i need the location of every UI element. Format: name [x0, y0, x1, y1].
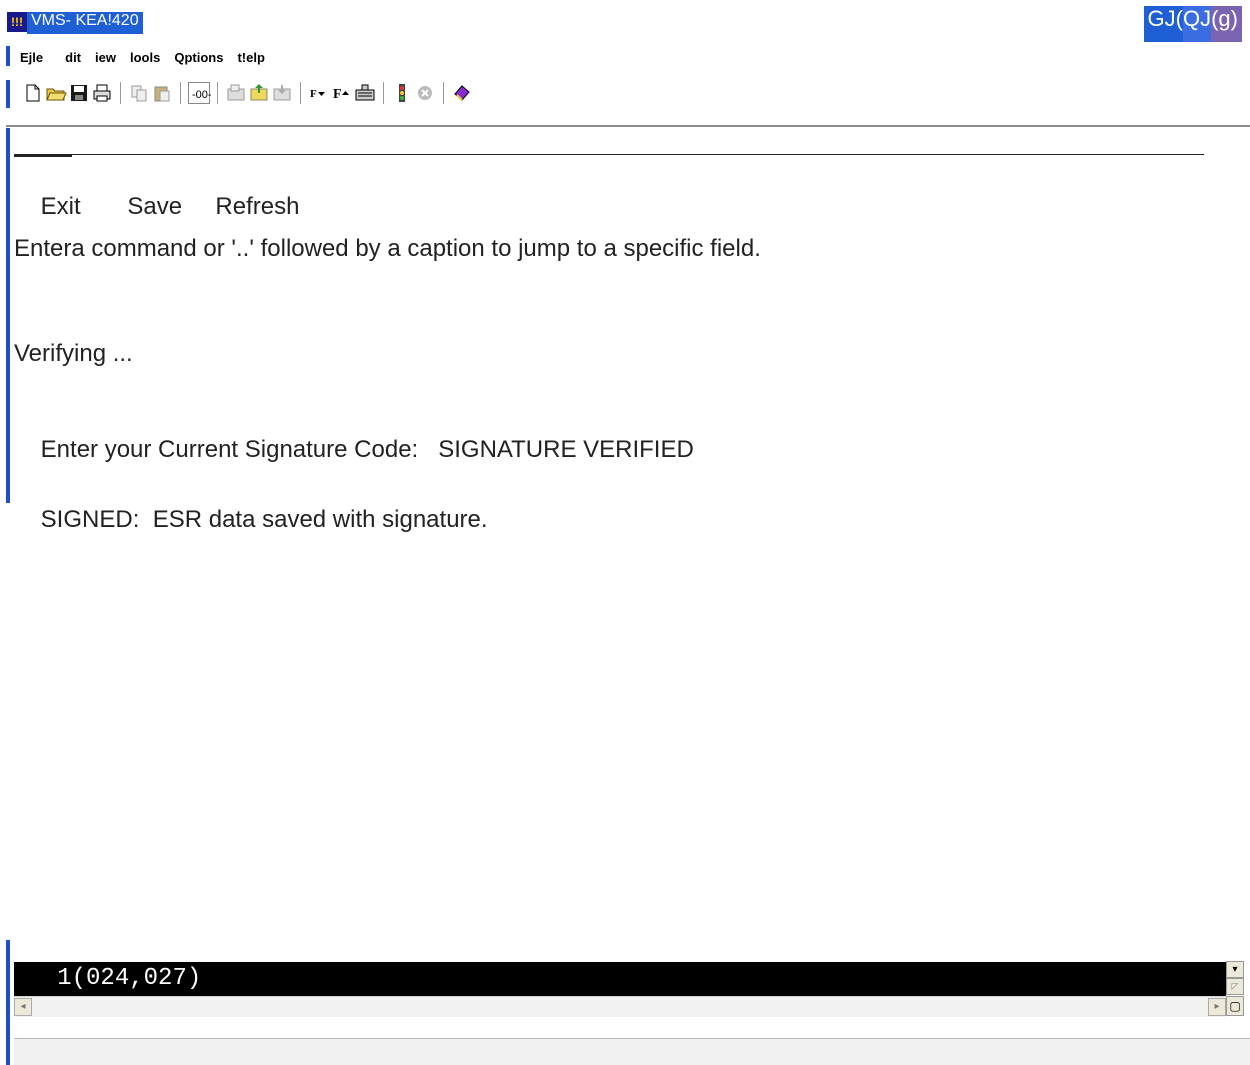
toolbar-separator — [120, 82, 122, 104]
signed-line: SIGNED: ESR data saved with signature. — [14, 478, 488, 562]
window-title: VMS- KEA!420 — [27, 12, 143, 34]
menu-file[interactable]: Ejle — [20, 50, 43, 70]
svg-text:F: F — [310, 88, 317, 100]
bottom-status-panel — [14, 1039, 1250, 1065]
cursor-position-bar: 1(024,027) — [14, 962, 1226, 996]
svg-text:-00-: -00- — [192, 89, 211, 101]
page-icon[interactable]: ▢ — [1226, 996, 1244, 1016]
vertical-scrollbar[interactable]: ▾ ◸ — [1226, 945, 1244, 995]
print-icon[interactable] — [91, 82, 113, 104]
toolbar-separator — [180, 82, 182, 104]
accent-stripe — [6, 46, 10, 66]
menu-options[interactable]: Qptions — [174, 50, 223, 70]
help-book-icon[interactable] — [451, 82, 473, 104]
app-icon[interactable]: !!! — [7, 12, 27, 32]
toolbar-divider — [6, 125, 1250, 127]
menu-view[interactable]: iew — [95, 50, 116, 70]
svg-text:F: F — [333, 87, 342, 102]
open-folder-icon[interactable] — [45, 82, 67, 104]
title-bar: !!! VMS- KEA!420 GJ( QJ (g) — [0, 0, 1250, 44]
open-session-icon[interactable] — [225, 82, 247, 104]
resize-grip-icon[interactable]: ◸ — [1226, 978, 1244, 995]
toolbar-separator — [217, 82, 219, 104]
instruction-text: Entera command or '..' followed by a cap… — [14, 235, 761, 262]
menu-help[interactable]: t!elp — [237, 50, 264, 70]
cursor-underline — [14, 155, 72, 157]
window-controls: GJ( QJ (g) — [1143, 6, 1242, 42]
save-command[interactable]: Save — [127, 193, 182, 220]
verifying-text: Verifying ... — [14, 340, 133, 367]
download-icon[interactable] — [271, 82, 293, 104]
scroll-right-icon[interactable]: ▸ — [1208, 998, 1226, 1016]
save-disk-icon[interactable] — [68, 82, 90, 104]
signed-message: ESR data saved with signature. — [152, 506, 488, 533]
traffic-light-icon[interactable] — [391, 82, 413, 104]
toolbar: -00- F F — [22, 78, 474, 108]
toolbar-separator — [443, 82, 445, 104]
maximize-button[interactable]: QJ — [1182, 6, 1212, 42]
minimize-button[interactable]: GJ( — [1143, 6, 1183, 42]
scroll-left-icon[interactable]: ◂ — [14, 998, 32, 1016]
menu-edit[interactable]: dit — [65, 50, 81, 70]
keyboard-icon[interactable] — [354, 82, 376, 104]
toolbar-separator — [383, 82, 385, 104]
copy-icon[interactable] — [128, 82, 150, 104]
accent-stripe — [6, 940, 10, 1065]
signed-label: SIGNED: — [40, 506, 140, 533]
connect-icon[interactable]: -00- — [188, 82, 211, 104]
menu-tools[interactable]: lools — [130, 50, 160, 70]
accent-stripe — [6, 80, 10, 108]
accent-stripe — [6, 128, 10, 503]
signature-status: SIGNATURE VERIFIED — [438, 436, 694, 463]
signature-prompt-label: Enter your Current Signature Code: — [40, 436, 419, 463]
horizontal-scrollbar[interactable]: ◂ ▸ — [14, 996, 1226, 1017]
paste-icon[interactable] — [151, 82, 173, 104]
stop-icon[interactable] — [414, 82, 436, 104]
menu-bar: Ejle dit iew lools Qptions t!elp — [20, 50, 265, 70]
exit-command[interactable]: Exit — [41, 193, 81, 220]
refresh-command[interactable]: Refresh — [215, 193, 299, 220]
scroll-down-icon[interactable]: ▾ — [1226, 961, 1244, 978]
upload-icon[interactable] — [248, 82, 270, 104]
toolbar-separator — [300, 82, 302, 104]
cursor-position: 1(024,027) — [57, 965, 202, 992]
close-button[interactable]: (g) — [1211, 6, 1242, 42]
menu-rule — [14, 154, 1204, 155]
new-document-icon[interactable] — [22, 82, 44, 104]
font-up-icon[interactable]: F — [331, 82, 353, 104]
font-down-icon[interactable]: F — [308, 82, 330, 104]
